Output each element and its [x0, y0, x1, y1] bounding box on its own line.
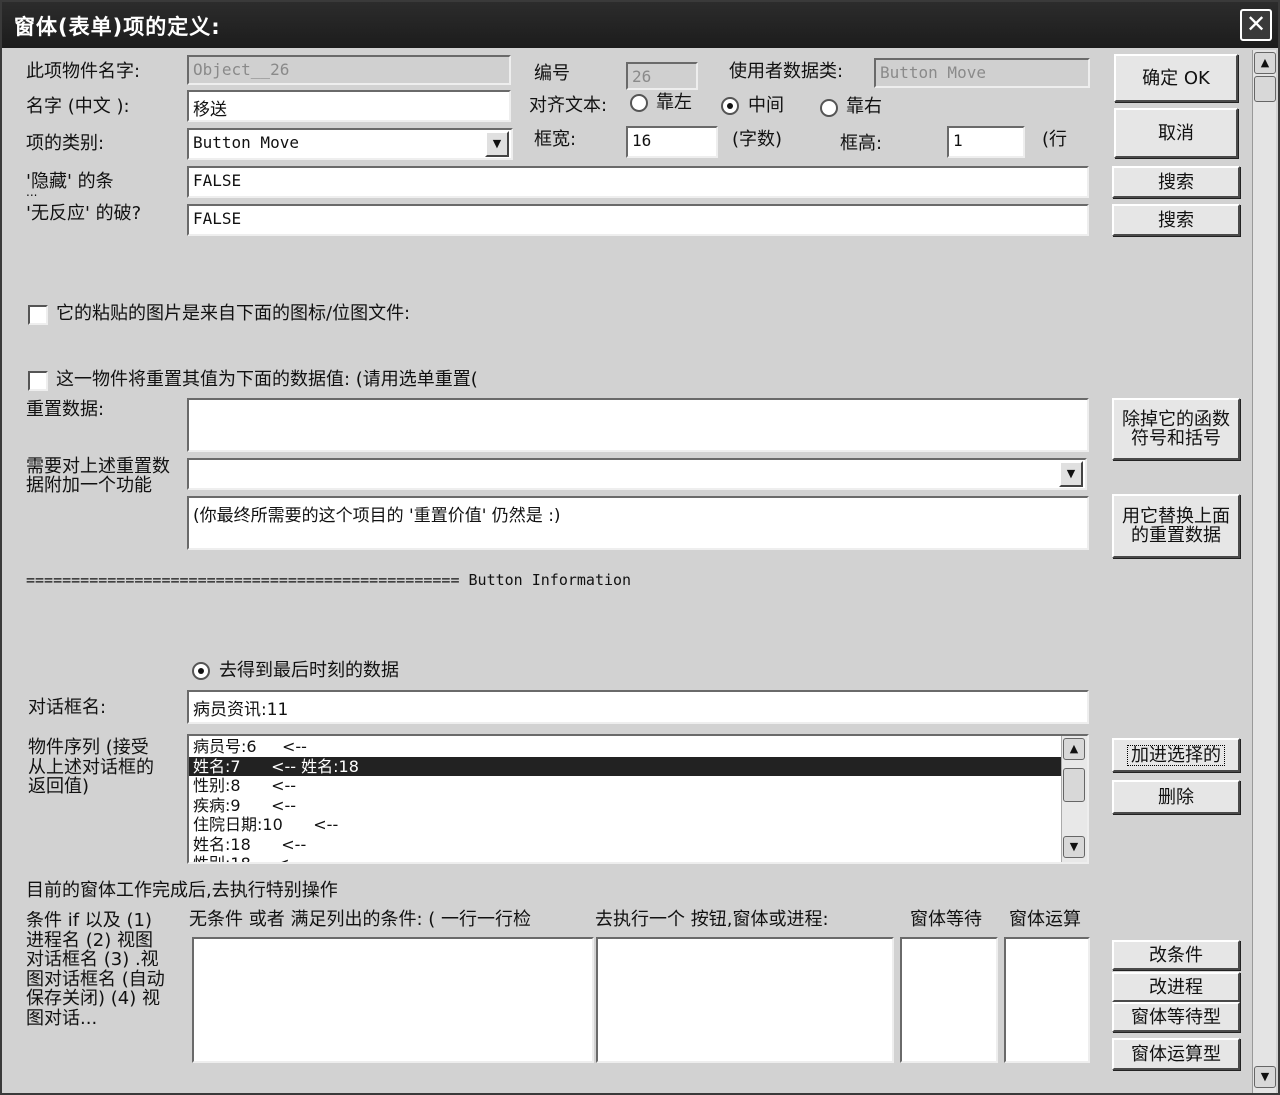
- list-scrollbar[interactable]: ▲ ▼: [1061, 736, 1087, 862]
- align-center-label: 中间: [748, 95, 784, 116]
- replace-reset-button[interactable]: 用它替换上面的重置数据: [1112, 494, 1240, 558]
- form-calc-button[interactable]: 窗体运算型: [1112, 1038, 1240, 1070]
- list-item[interactable]: 性别:8 <--: [189, 776, 1061, 796]
- change-process-button[interactable]: 改进程: [1112, 972, 1240, 1002]
- scroll-thumb[interactable]: [1063, 768, 1085, 802]
- close-icon: ✕: [1245, 10, 1267, 38]
- paste-image-checkbox[interactable]: [28, 305, 48, 325]
- object-sequence-list[interactable]: 病员号:6 <-- 姓名:7 <-- 姓名:18 性别:8 <-- 疾病:9 <-- 住…: [187, 734, 1089, 864]
- title-bar: 窗体(表单)项的定义: ✕: [2, 2, 1278, 48]
- delete-button[interactable]: 删除: [1112, 780, 1240, 814]
- col-calc-header: 窗体运算: [1009, 909, 1081, 930]
- box-width-field[interactable]: 16: [626, 126, 718, 158]
- chevron-down-icon[interactable]: ▼: [1059, 461, 1083, 487]
- list-item[interactable]: 姓名:18 <--: [189, 835, 1061, 855]
- reset-data-label: 重置数据:: [26, 399, 105, 420]
- align-label: 对齐文本:: [529, 95, 608, 116]
- dialog-title: 窗体(表单)项的定义:: [14, 15, 221, 39]
- remove-function-button[interactable]: 除掉它的函数符号和括号: [1112, 398, 1240, 460]
- scroll-down-icon[interactable]: ▼: [1063, 836, 1085, 858]
- name-cn-field[interactable]: 移送: [187, 90, 511, 122]
- search-hidden-button[interactable]: 搜索: [1112, 166, 1240, 198]
- cancel-button[interactable]: 取消: [1114, 108, 1238, 158]
- calc-list[interactable]: [1004, 937, 1090, 1063]
- box-height-unit: (行: [1042, 129, 1068, 150]
- user-data-class-label: 使用者数据类:: [729, 61, 844, 82]
- box-width-unit: (字数): [732, 129, 783, 150]
- item-type-select[interactable]: Button Move: [187, 128, 513, 160]
- align-left-label: 靠左: [656, 92, 692, 113]
- list-item[interactable]: 疾病:9 <--: [189, 796, 1061, 816]
- list-item[interactable]: 病员号:6 <--: [189, 737, 1061, 757]
- align-center-radio[interactable]: [721, 97, 739, 115]
- final-value-note: (你最终所需要的这个项目的 '重置价值' 仍然是 :): [187, 496, 1089, 550]
- list-item[interactable]: 姓名:7 <-- 姓名:18: [189, 756, 1061, 776]
- box-height-label: 框高:: [840, 133, 883, 154]
- change-condition-button[interactable]: 改条件: [1112, 940, 1240, 970]
- noresponse-cond-field[interactable]: FALSE: [187, 204, 1089, 236]
- scroll-up-icon[interactable]: ▲: [1254, 52, 1276, 74]
- object-sequence-label: 物件序列 (接受从上述对话框的返回值): [28, 737, 154, 797]
- close-button[interactable]: ✕: [1240, 9, 1272, 41]
- add-function-label: 需要对上述重置数据附加一个功能: [26, 456, 170, 496]
- reset-data-field[interactable]: [187, 398, 1089, 452]
- condition-list[interactable]: [192, 937, 594, 1063]
- align-right-label: 靠右: [846, 96, 882, 117]
- dialog-name-field[interactable]: 病员资讯:11: [187, 690, 1089, 724]
- search-noresponse-button[interactable]: 搜索: [1112, 204, 1240, 236]
- get-last-data-label: 去得到最后时刻的数据: [219, 660, 399, 681]
- list-item[interactable]: 住院日期:10 <--: [189, 815, 1061, 835]
- number-field[interactable]: 26: [626, 62, 698, 90]
- align-right-radio[interactable]: [820, 99, 838, 117]
- form-wait-button[interactable]: 窗体等待型: [1112, 1002, 1240, 1032]
- add-function-select[interactable]: [187, 458, 1087, 490]
- cond-description-label: 条件 if 以及 (1) 进程名 (2) 视图对话框名 (3) .视图对话框名 …: [26, 911, 165, 1029]
- item-type-label: 项的类别:: [26, 133, 105, 154]
- reset-value-checkbox[interactable]: [28, 371, 48, 391]
- action-list[interactable]: [596, 937, 894, 1063]
- paste-image-label: 它的粘贴的图片是来自下面的图标/位图文件:: [56, 303, 411, 324]
- reset-value-label: 这一物件将重置其值为下面的数据值: (请用选单重置(: [56, 369, 478, 390]
- wait-list[interactable]: [900, 937, 998, 1063]
- after-form-label: 目前的窗体工作完成后,去执行特别操作: [26, 880, 338, 901]
- dialog-name-label: 对话框名:: [28, 697, 107, 718]
- box-width-label: 框宽:: [534, 129, 577, 150]
- form-item-definition-dialog: 窗体(表单)项的定义: ✕ 此项物件名字: Object__26 编号 26 使…: [0, 0, 1280, 1095]
- number-label: 编号: [534, 63, 570, 84]
- box-height-field[interactable]: 1: [947, 126, 1025, 158]
- add-selected-label: 加进选择的: [1127, 744, 1225, 766]
- list-item[interactable]: 性别:18 <: [189, 854, 1061, 862]
- scroll-thumb[interactable]: [1254, 76, 1276, 102]
- scroll-down-icon[interactable]: ▼: [1254, 1066, 1276, 1088]
- hidden-cond-label: '隐藏' 的条: [26, 171, 114, 192]
- noresponse-cond-label: '无反应' 的破?: [26, 203, 142, 224]
- scroll-up-icon[interactable]: ▲: [1063, 738, 1085, 760]
- button-info-separator: ========================================…: [26, 571, 632, 589]
- align-left-radio[interactable]: [630, 94, 648, 112]
- window-scrollbar[interactable]: ▲ ▼: [1252, 50, 1276, 1093]
- user-data-class-field[interactable]: Button Move: [874, 58, 1090, 88]
- hidden-cond-ellipsis: ...: [26, 185, 38, 199]
- object-name-label: 此项物件名字:: [26, 61, 141, 82]
- col-wait-header: 窗体等待: [910, 909, 982, 930]
- object-name-field[interactable]: Object__26: [187, 55, 511, 85]
- add-selected-button[interactable]: 加进选择的: [1112, 738, 1240, 772]
- get-last-data-radio[interactable]: [192, 662, 210, 680]
- col-action-header: 去执行一个 按钮,窗体或进程:: [595, 909, 829, 930]
- chevron-down-icon[interactable]: ▼: [485, 131, 509, 157]
- ok-button[interactable]: 确定 OK: [1114, 54, 1238, 102]
- col-condition-header: 无条件 或者 满足列出的条件: ( 一行一行检: [189, 909, 531, 930]
- hidden-cond-field[interactable]: FALSE: [187, 166, 1089, 198]
- name-cn-label: 名字 (中文 ):: [26, 96, 130, 117]
